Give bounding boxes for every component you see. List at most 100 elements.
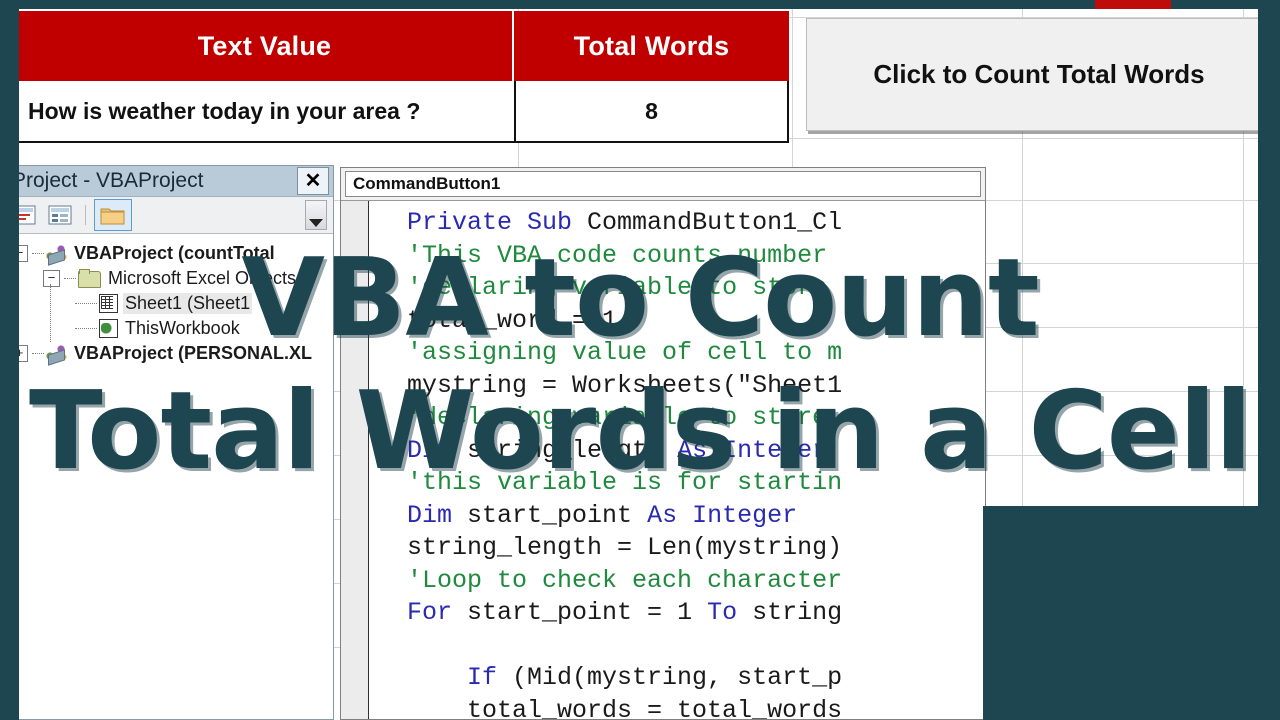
tree-connector-line xyxy=(50,284,52,342)
tree-connector-dots xyxy=(32,352,44,355)
close-icon[interactable]: ✕ xyxy=(297,167,329,195)
table-row[interactable]: How is weather today in your area ? 8 xyxy=(17,81,789,143)
top-border-strip xyxy=(0,0,1280,9)
worksheet-icon xyxy=(99,294,118,313)
code-token: 'declaring variable to store xyxy=(407,273,828,302)
count-total-words-button[interactable]: Click to Count Total Words xyxy=(806,18,1272,131)
tree-item-vbaproject-personal[interactable]: + VBAProject (PERSONAL.XL xyxy=(11,341,333,366)
tree-item-sheet1[interactable]: Sheet1 (Sheet1 xyxy=(11,291,333,316)
project-icon xyxy=(46,244,67,263)
code-token: start_point = 1 xyxy=(467,598,708,627)
code-token: start_point xyxy=(467,500,648,530)
code-line: 'declaring variable to store xyxy=(377,402,985,435)
code-token: If xyxy=(467,663,513,692)
tree-connector-dots xyxy=(75,327,97,330)
tree-item-label: ThisWorkbook xyxy=(125,318,240,338)
project-explorer-panel: Project - VBAProject ✕ − VBAProject (cou… xyxy=(4,165,334,720)
column-header-total-words: Total Words xyxy=(514,11,789,81)
cell-text-value[interactable]: How is weather today in your area ? xyxy=(17,81,514,143)
code-line: 'This VBA code counts number xyxy=(377,240,985,273)
code-token: Dim xyxy=(407,500,468,530)
tree-connector-dots xyxy=(32,252,44,255)
code-line: total_words = total_words xyxy=(377,695,985,720)
code-token: (Mid(mystring, start_p xyxy=(512,663,843,692)
code-token: 'Loop to check each character xyxy=(407,565,843,595)
code-line: Private Sub CommandButton1_Cl xyxy=(377,207,985,240)
chevron-down-icon xyxy=(309,219,323,227)
vba-code-window: CommandButton1 Private Sub CommandButton… xyxy=(340,167,986,720)
code-token: string_length xyxy=(467,435,678,465)
tree-item-label: Microsoft Excel Objects xyxy=(108,268,297,288)
project-explorer-toolbar xyxy=(5,197,333,234)
tree-item-label: VBAProject (countTotal xyxy=(74,243,275,263)
column-header-text-value: Text Value xyxy=(17,11,514,81)
code-token: string xyxy=(752,598,843,627)
code-token: Private Sub xyxy=(407,208,588,237)
code-token: As Integer xyxy=(677,435,828,465)
code-token: string_length = Len(mystring) xyxy=(407,533,843,562)
tree-connector-dots xyxy=(75,302,97,305)
view-object-icon[interactable] xyxy=(47,204,73,226)
folder-icon xyxy=(78,269,101,288)
code-token: For xyxy=(407,598,468,627)
view-object-glyph xyxy=(48,205,72,225)
code-line: total_word = 1 xyxy=(377,305,985,338)
object-dropdown[interactable]: CommandButton1 xyxy=(345,171,981,197)
tree-item-label: VBAProject (PERSONAL.XL xyxy=(74,343,313,363)
tree-connector-dots xyxy=(64,277,76,280)
code-token: total_words = total_words xyxy=(467,695,843,720)
project-tree: − VBAProject (countTotal − Microsoft Exc… xyxy=(5,234,333,366)
tree-item-vbaproject-counttotal[interactable]: − VBAProject (countTotal xyxy=(11,241,333,266)
left-border-strip xyxy=(0,0,19,720)
workbook-icon xyxy=(99,319,118,338)
code-line: Dim start_point As Integer xyxy=(377,500,985,533)
code-line: 'this variable is for startin xyxy=(377,467,985,500)
code-line: If (Mid(mystring, start_p xyxy=(377,662,985,695)
screenshot-canvas: Text Value Total Words How is weather to… xyxy=(0,0,1280,720)
word-count-table: Text Value Total Words How is weather to… xyxy=(17,11,789,149)
project-explorer-title: Project - VBAProject xyxy=(12,169,204,192)
code-line: 'declaring variable to store xyxy=(377,272,985,305)
code-line: For start_point = 1 To string xyxy=(377,597,985,630)
code-line: 'assigning value of cell to m xyxy=(377,337,985,370)
folder-glyph xyxy=(100,208,125,224)
code-token: 'This VBA code counts number xyxy=(407,240,828,270)
code-token: To xyxy=(707,598,753,627)
toggle-folders-icon[interactable] xyxy=(94,199,132,231)
code-token: 'this variable is for startin xyxy=(407,468,843,497)
project-explorer-titlebar[interactable]: Project - VBAProject ✕ xyxy=(5,166,333,197)
toolbar-separator xyxy=(85,205,86,225)
code-token: total_word = 1 xyxy=(407,305,618,335)
code-object-bar: CommandButton1 xyxy=(341,168,985,201)
code-token: 'assigning value of cell to m xyxy=(407,338,843,367)
tree-item-label: Sheet1 (Sheet1 xyxy=(123,293,253,314)
code-token: As Integer xyxy=(647,500,798,530)
code-line: string_length = Len(mystring) xyxy=(377,532,985,565)
code-token: 'declaring variable to store xyxy=(407,403,828,432)
code-token: CommandButton1_Cl xyxy=(587,208,843,237)
scroll-down-icon[interactable] xyxy=(305,200,327,230)
tree-item-microsoft-excel-objects[interactable]: − Microsoft Excel Objects xyxy=(11,266,333,291)
code-token: mystring = Worksheets("Sheet1 xyxy=(407,370,843,400)
code-text-area[interactable]: Private Sub CommandButton1_Cl 'This VBA … xyxy=(369,201,985,719)
tree-item-thisworkbook[interactable]: ThisWorkbook xyxy=(11,316,333,341)
code-margin-indicator-bar[interactable] xyxy=(341,201,369,719)
cell-total-words[interactable]: 8 xyxy=(514,81,789,143)
code-body: Private Sub CommandButton1_Cl 'This VBA … xyxy=(341,201,985,719)
